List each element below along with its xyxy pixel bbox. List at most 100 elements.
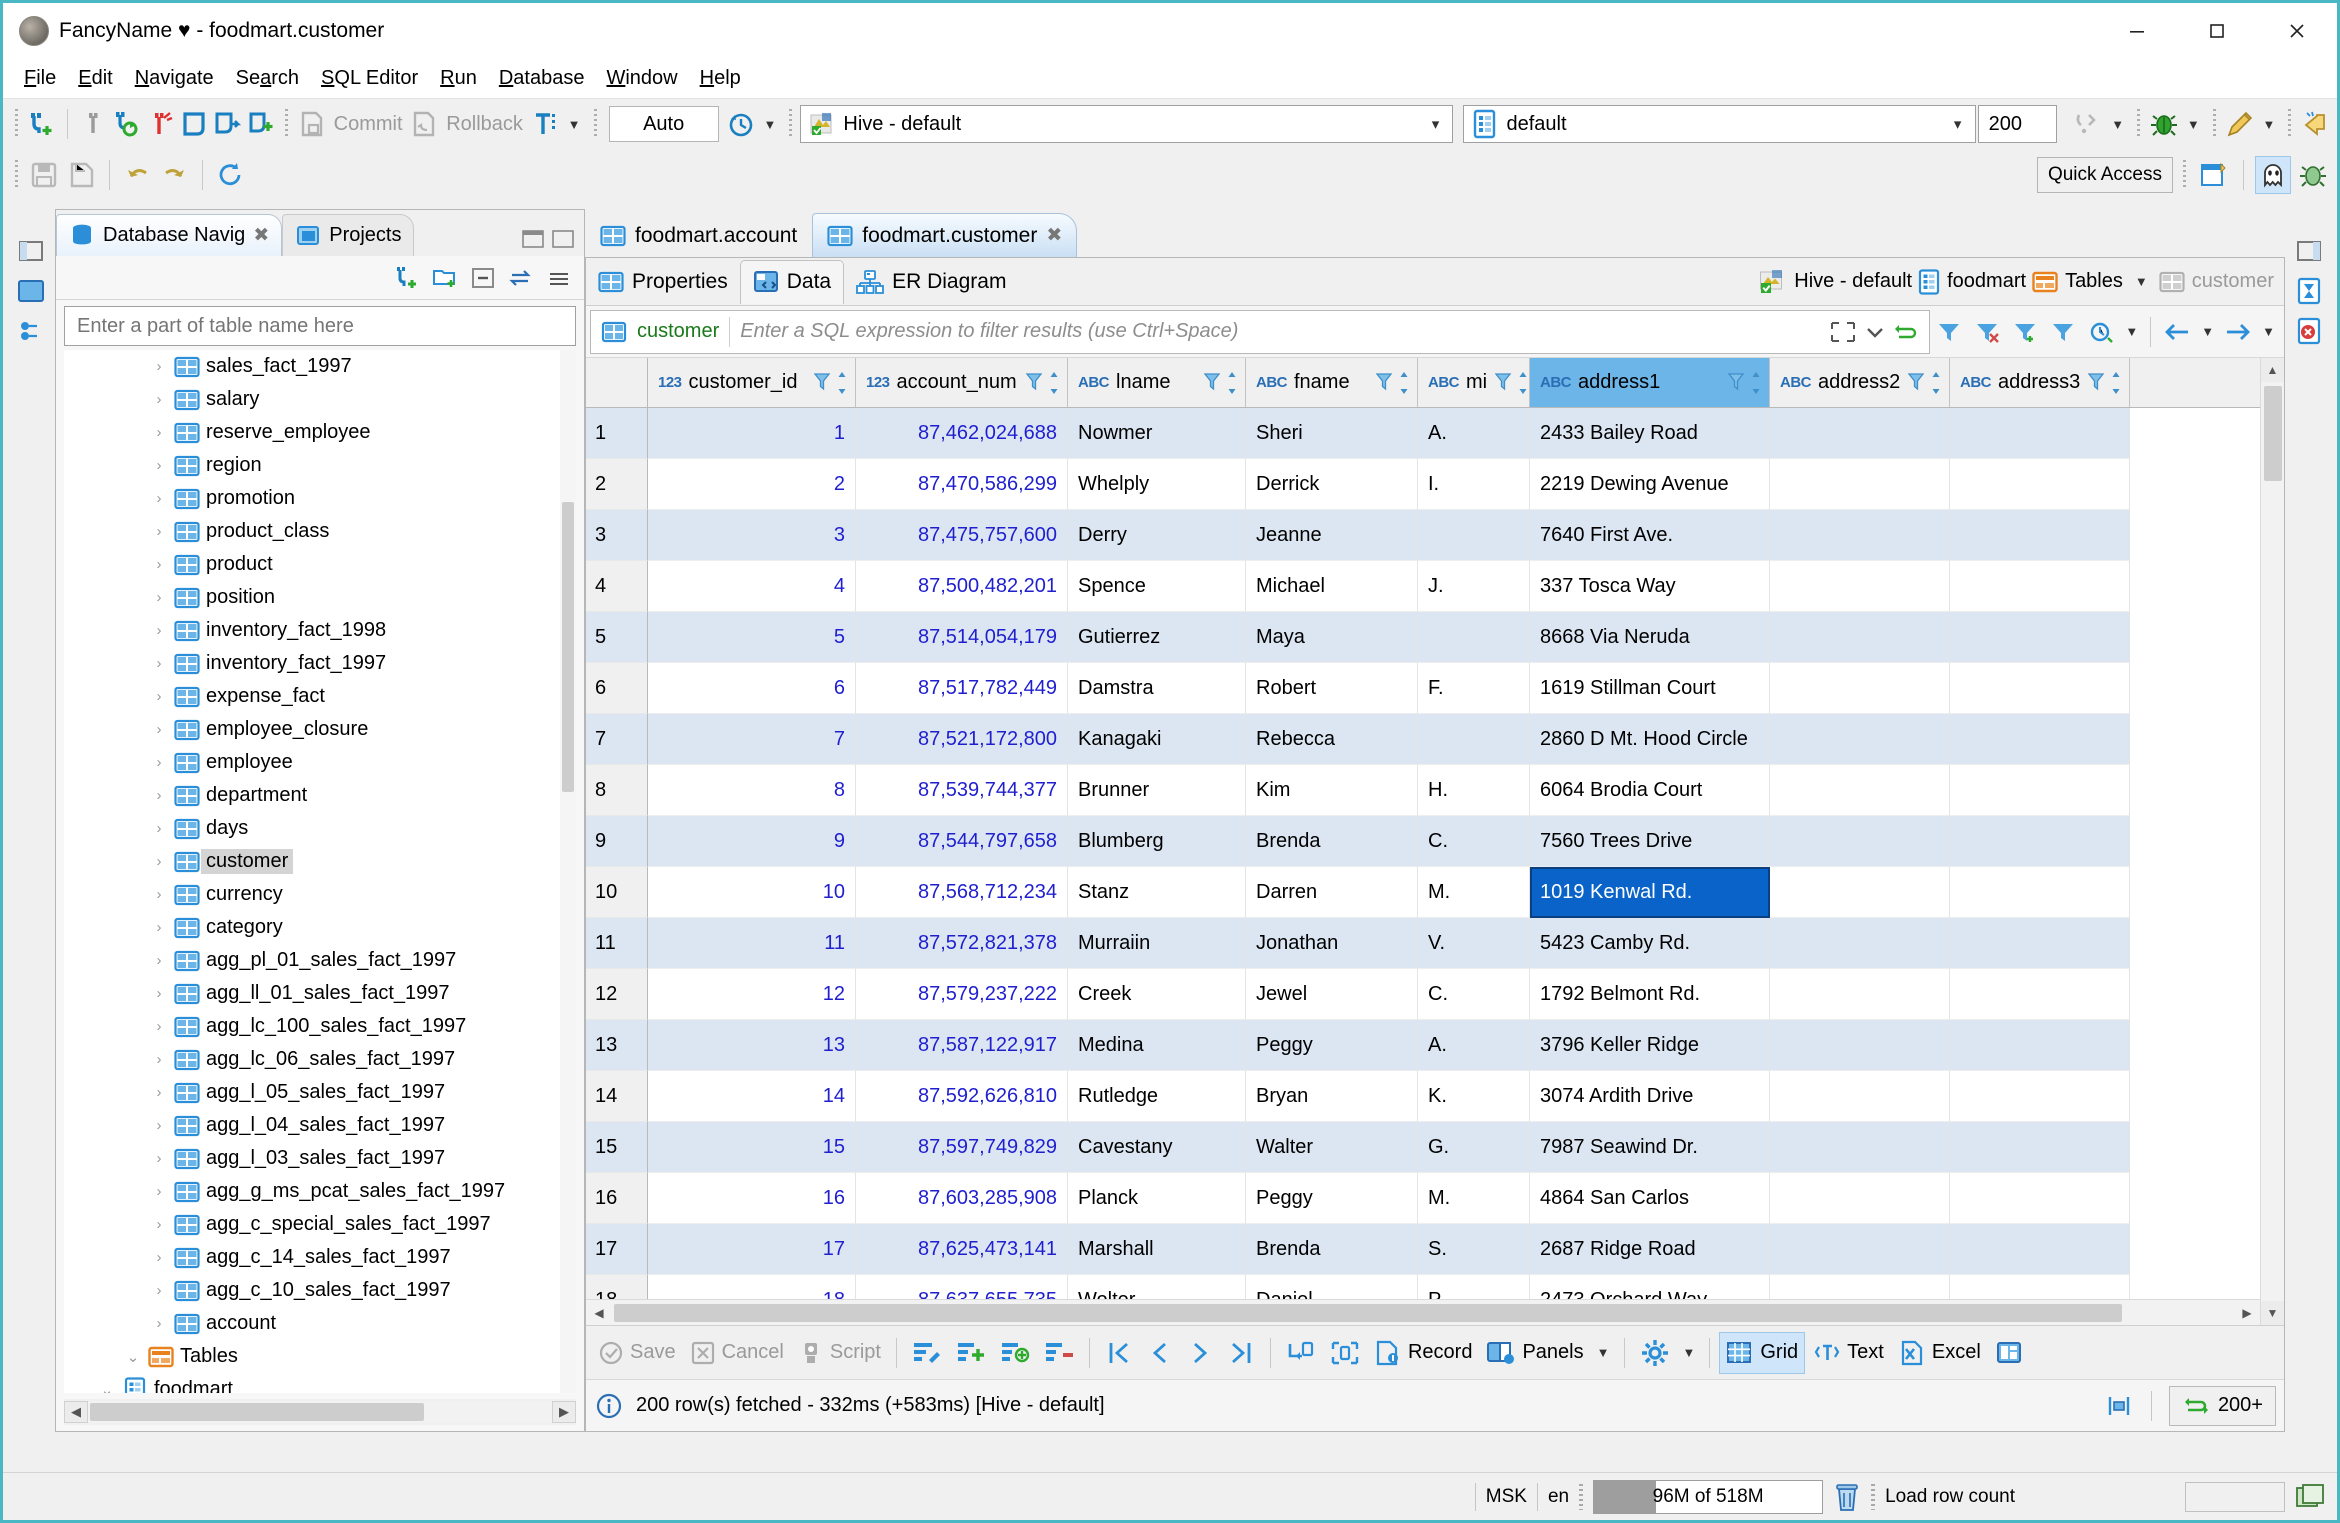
- cell-lname[interactable]: Brunner: [1068, 765, 1246, 816]
- auto-commit-button[interactable]: Auto: [609, 106, 719, 142]
- cell-address1[interactable]: 2473 Orchard Way: [1530, 1275, 1770, 1299]
- cell-customer_id[interactable]: 9: [648, 816, 856, 867]
- cell-address1[interactable]: 2687 Ridge Road: [1530, 1224, 1770, 1275]
- cell-mi[interactable]: [1418, 714, 1530, 765]
- cell-fname[interactable]: Peggy: [1246, 1173, 1418, 1224]
- cell-fname[interactable]: Rebecca: [1246, 714, 1418, 765]
- cell-lname[interactable]: Medina: [1068, 1020, 1246, 1071]
- cell-account_num[interactable]: 87,637,655,735: [856, 1275, 1068, 1299]
- transaction-mode-dropdown-icon[interactable]: ▼: [563, 117, 586, 132]
- cell-customer_id[interactable]: 14: [648, 1071, 856, 1122]
- cell-address3[interactable]: [1950, 867, 2130, 918]
- debug-dropdown-icon[interactable]: ▼: [2182, 117, 2205, 132]
- chevron-down-icon[interactable]: ▼: [2130, 274, 2153, 289]
- save-disk-icon[interactable]: [26, 156, 62, 194]
- restore-panel-icon[interactable]: [14, 235, 48, 267]
- navigate-forward-icon[interactable]: [2219, 311, 2257, 353]
- cell-address2[interactable]: [1770, 714, 1950, 765]
- close-icon[interactable]: ✖: [1046, 224, 1062, 247]
- table-name-filter-input[interactable]: [75, 314, 575, 339]
- refresh-icon[interactable]: [212, 156, 248, 194]
- column-header-lname[interactable]: ABC lname: [1068, 358, 1246, 407]
- rollback-label[interactable]: Rollback: [442, 113, 527, 136]
- table-row[interactable]: 141487,592,626,810RutledgeBryanK.3074 Ar…: [586, 1071, 2260, 1122]
- tree-item-inventory-fact-1997[interactable]: › inventory_fact_1997: [64, 647, 576, 680]
- chevron-right-icon[interactable]: ›: [146, 754, 172, 771]
- cell-account_num[interactable]: 87,521,172,800: [856, 714, 1068, 765]
- chevron-right-icon[interactable]: ›: [146, 523, 172, 540]
- cell-address1[interactable]: 8668 Via Neruda: [1530, 612, 1770, 663]
- tree-item-employee[interactable]: › employee: [64, 746, 576, 779]
- table-row[interactable]: 121287,579,237,222CreekJewelC.1792 Belmo…: [586, 969, 2260, 1020]
- result-settings-dropdown-icon[interactable]: ▼: [1678, 1345, 1701, 1360]
- cell-customer_id[interactable]: 11: [648, 918, 856, 969]
- tree-item-sales-fact-1997[interactable]: › sales_fact_1997: [64, 350, 576, 383]
- cell-account_num[interactable]: 87,500,482,201: [856, 561, 1068, 612]
- cell-mi[interactable]: J.: [1418, 561, 1530, 612]
- cell-account_num[interactable]: 87,475,757,600: [856, 510, 1068, 561]
- close-icon[interactable]: ✖: [253, 224, 269, 247]
- grid-scroll-left-icon[interactable]: ◀: [586, 1301, 612, 1325]
- restore-right-panel-icon[interactable]: [2292, 235, 2326, 267]
- cell-address2[interactable]: [1770, 765, 1950, 816]
- sql-editor-icon[interactable]: [178, 105, 210, 143]
- generate-script-button[interactable]: Script: [792, 1332, 887, 1374]
- chevron-right-icon[interactable]: ›: [146, 1183, 172, 1200]
- disconnect-gray-icon[interactable]: [77, 105, 109, 143]
- tree-item-category[interactable]: › category: [64, 911, 576, 944]
- cell-fname[interactable]: Brenda: [1246, 816, 1418, 867]
- menu-search[interactable]: Search: [225, 65, 310, 92]
- cell-mi[interactable]: [1418, 612, 1530, 663]
- cell-account_num[interactable]: 87,587,122,917: [856, 1020, 1068, 1071]
- tree-item-agg-pl-01-sales-fact-1997[interactable]: › agg_pl_01_sales_fact_1997: [64, 944, 576, 977]
- cell-mi[interactable]: H.: [1418, 765, 1530, 816]
- projects-rail-icon[interactable]: [14, 315, 48, 347]
- tree-item-product-class[interactable]: › product_class: [64, 515, 576, 548]
- table-row[interactable]: 151587,597,749,829CavestanyWalterG.7987 …: [586, 1122, 2260, 1173]
- navigate-forward-dropdown-icon[interactable]: ▼: [2257, 324, 2280, 339]
- add-sql-script-icon[interactable]: [245, 105, 277, 143]
- row-count-button[interactable]: 200+: [2169, 1386, 2276, 1426]
- cell-customer_id[interactable]: 5: [648, 612, 856, 663]
- chevron-right-icon[interactable]: ›: [146, 556, 172, 573]
- table-row[interactable]: 3387,475,757,600DerryJeanne7640 First Av…: [586, 510, 2260, 561]
- row-number[interactable]: 1: [586, 408, 648, 459]
- row-number[interactable]: 11: [586, 918, 648, 969]
- connection-dropdown-icon[interactable]: ▾: [1420, 106, 1450, 142]
- grid-horizontal-scrollbar[interactable]: ◀ ▶: [586, 1299, 2260, 1325]
- schema-dropdown-icon[interactable]: ▾: [1943, 106, 1973, 142]
- cell-account_num[interactable]: 87,568,712,234: [856, 867, 1068, 918]
- chevron-right-icon[interactable]: ›: [146, 820, 172, 837]
- table-name-filter[interactable]: [64, 306, 576, 346]
- chevron-right-icon[interactable]: ›: [146, 886, 172, 903]
- tree-item-employee-closure[interactable]: › employee_closure: [64, 713, 576, 746]
- execute-dropdown-icon[interactable]: ▼: [2106, 117, 2129, 132]
- table-row[interactable]: 5587,514,054,179GutierrezMaya8668 Via Ne…: [586, 612, 2260, 663]
- cell-fname[interactable]: Sheri: [1246, 408, 1418, 459]
- tree-item-agg-c-10-sales-fact-1997[interactable]: › agg_c_10_sales_fact_1997: [64, 1274, 576, 1307]
- cell-address1[interactable]: 1792 Belmont Rd.: [1530, 969, 1770, 1020]
- editor-tab-foodmart-account[interactable]: foodmart.account: [585, 213, 812, 257]
- cell-address3[interactable]: [1950, 459, 2130, 510]
- chevron-right-icon[interactable]: ›: [146, 622, 172, 639]
- tree-item-foodmart[interactable]: ⌄ foodmart: [64, 1373, 576, 1393]
- cell-address1[interactable]: 2433 Bailey Road: [1530, 408, 1770, 459]
- cell-address2[interactable]: [1770, 867, 1950, 918]
- nav-link-editor-icon[interactable]: [504, 262, 538, 294]
- cell-fname[interactable]: Jewel: [1246, 969, 1418, 1020]
- cell-fname[interactable]: Bryan: [1246, 1071, 1418, 1122]
- chevron-right-icon[interactable]: ›: [146, 1018, 172, 1035]
- status-drag-handle[interactable]: [1579, 1484, 1583, 1510]
- row-number[interactable]: 7: [586, 714, 648, 765]
- grid-rows[interactable]: 1187,462,024,688NowmerSheriA.2433 Bailey…: [586, 408, 2260, 1299]
- transaction-mode-icon[interactable]: [529, 105, 561, 143]
- chevron-right-icon[interactable]: ›: [146, 919, 172, 936]
- column-header-address3[interactable]: ABC address3: [1950, 358, 2130, 407]
- tree-horizontal-scrollbar[interactable]: ◀ ▶: [64, 1399, 576, 1425]
- pencil-edit-icon[interactable]: [2224, 105, 2256, 143]
- cell-customer_id[interactable]: 8: [648, 765, 856, 816]
- cell-fname[interactable]: Kim: [1246, 765, 1418, 816]
- cell-lname[interactable]: Blumberg: [1068, 816, 1246, 867]
- table-row[interactable]: 9987,544,797,658BlumbergBrendaC.7560 Tre…: [586, 816, 2260, 867]
- tree-item-customer[interactable]: › customer: [64, 845, 576, 878]
